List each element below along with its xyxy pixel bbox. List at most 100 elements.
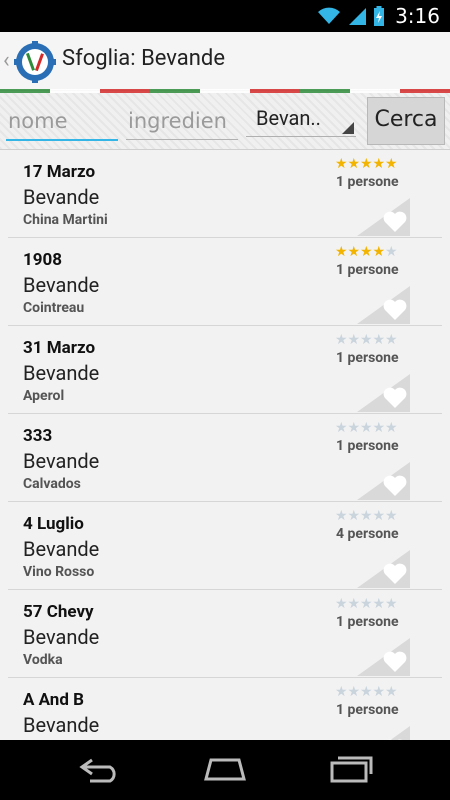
recipe-list[interactable]: 17 Marzo Bevande China Martini ★ ★ ★ ★ ★ 1 p…	[0, 150, 450, 740]
rating-star-icon: ★	[372, 420, 386, 436]
recipe-name: 17 Marzo	[23, 162, 96, 182]
status-bar: 3:16	[0, 0, 450, 32]
rating-star-icon: ★	[347, 508, 361, 524]
rating-star-icon: ★	[360, 596, 373, 612]
rating-star-icon: ★	[347, 332, 361, 348]
list-item[interactable]: 57 Chevy Bevande Vodka ★ ★ ★ ★ ★ 1 persone	[8, 590, 442, 678]
rating-star-icon: ★	[347, 420, 361, 436]
rating-stars: ★ ★ ★ ★ ★	[335, 245, 398, 259]
servings-label: 1 persone	[336, 614, 399, 630]
rating-star-icon: ★	[335, 332, 348, 348]
servings-label: 1 persone	[336, 262, 399, 278]
wifi-icon	[318, 7, 341, 24]
gear-cutlery-icon[interactable]	[14, 41, 56, 83]
recipe-name: 1908	[23, 250, 63, 270]
list-item[interactable]: 31 Marzo Bevande Aperol ★ ★ ★ ★ ★ 1 persone	[8, 326, 442, 414]
rating-star-icon: ★	[385, 508, 398, 524]
recipe-ingredient: Calvados	[23, 476, 81, 492]
rating-star-icon: ★	[385, 596, 398, 612]
rating-star-icon: ★	[335, 596, 348, 612]
rating-star-icon: ★	[372, 508, 386, 524]
recipe-ingredient: Vodka	[23, 652, 63, 668]
search-bar: Bevan.. Cerca	[0, 93, 450, 150]
dropdown-arrow-icon	[342, 122, 354, 134]
rating-stars: ★ ★ ★ ★ ★	[335, 157, 398, 171]
recipe-ingredient: Vino Rosso	[23, 564, 95, 580]
rating-star-icon: ★	[385, 332, 398, 348]
rating-stars: ★ ★ ★ ★ ★	[335, 333, 398, 347]
rating-star-icon: ★	[360, 332, 373, 348]
heart-icon[interactable]	[357, 638, 410, 676]
rating-star-icon: ★	[335, 508, 348, 524]
heart-icon[interactable]	[357, 462, 410, 500]
rating-stars: ★ ★ ★ ★ ★	[335, 597, 398, 611]
page-title: Sfoglia: Bevande	[62, 46, 225, 71]
rating-star-icon: ★	[335, 156, 348, 172]
rating-star-icon: ★	[360, 508, 373, 524]
list-item[interactable]: 1908 Bevande Cointreau ★ ★ ★ ★ ★ 1 persone	[8, 238, 442, 326]
recipe-category: Bevande	[23, 537, 100, 561]
rating-stars: ★ ★ ★ ★ ★	[335, 421, 398, 435]
signal-icon	[349, 8, 367, 25]
navigation-bar	[0, 740, 450, 800]
rating-stars: ★ ★ ★ ★ ★	[335, 685, 398, 699]
rating-star-icon: ★	[385, 244, 398, 260]
heart-icon[interactable]	[357, 198, 410, 236]
recipe-category: Bevande	[23, 625, 100, 649]
servings-label: 1 persone	[336, 174, 399, 190]
battery-charging-icon	[374, 6, 385, 26]
recipe-ingredient: Cointreau	[23, 300, 85, 316]
recipe-ingredient: China Martini	[23, 212, 108, 228]
rating-star-icon: ★	[372, 596, 386, 612]
heart-icon[interactable]	[357, 374, 410, 412]
rating-star-icon: ★	[360, 156, 373, 172]
rating-star-icon: ★	[360, 420, 373, 436]
ingredient-search-input[interactable]	[126, 103, 238, 140]
rating-star-icon: ★	[385, 156, 398, 172]
recipe-category: Bevande	[23, 361, 100, 385]
recipe-name: 333	[23, 426, 53, 446]
heart-icon[interactable]	[357, 550, 410, 588]
action-bar: ‹ Sfoglia: Bevande	[0, 32, 450, 91]
category-dropdown[interactable]: Bevan..	[246, 103, 356, 137]
rating-star-icon: ★	[335, 684, 348, 700]
list-item[interactable]: A And B Bevande ★ ★ ★ ★ ★ 1 persone	[8, 678, 442, 740]
list-item[interactable]: 4 Luglio Bevande Vino Rosso ★ ★ ★ ★ ★ 4 pers…	[8, 502, 442, 590]
up-caret-icon[interactable]: ‹	[3, 48, 10, 73]
recipe-category: Bevande	[23, 273, 100, 297]
name-search-input[interactable]	[6, 103, 118, 141]
recipe-category: Bevande	[23, 713, 100, 737]
recipe-name: 4 Luglio	[23, 514, 84, 534]
status-time: 3:16	[395, 4, 440, 28]
rating-star-icon: ★	[347, 596, 361, 612]
rating-star-icon: ★	[385, 684, 398, 700]
rating-stars: ★ ★ ★ ★ ★	[335, 509, 398, 523]
heart-icon[interactable]	[357, 286, 410, 324]
recent-apps-icon[interactable]	[328, 754, 374, 784]
rating-star-icon: ★	[347, 684, 361, 700]
recipe-category: Bevande	[23, 185, 100, 209]
recipe-name: 57 Chevy	[23, 602, 94, 622]
servings-label: 1 persone	[336, 438, 399, 454]
recipe-category: Bevande	[23, 449, 100, 473]
back-arrow-icon[interactable]	[78, 754, 122, 784]
rating-star-icon: ★	[335, 420, 348, 436]
search-button[interactable]: Cerca	[367, 97, 445, 145]
rating-star-icon: ★	[360, 684, 373, 700]
heart-icon[interactable]	[357, 726, 410, 740]
recipe-name: A And B	[23, 690, 84, 710]
rating-star-icon: ★	[335, 244, 348, 260]
list-item[interactable]: 17 Marzo Bevande China Martini ★ ★ ★ ★ ★ 1 p…	[8, 150, 442, 238]
rating-star-icon: ★	[347, 244, 361, 260]
servings-label: 1 persone	[336, 350, 399, 366]
recipe-ingredient: Aperol	[23, 388, 65, 404]
category-dropdown-value: Bevan..	[256, 106, 321, 130]
rating-star-icon: ★	[372, 684, 386, 700]
recipe-name: 31 Marzo	[23, 338, 96, 358]
servings-label: 1 persone	[336, 702, 399, 718]
home-icon[interactable]	[200, 754, 250, 784]
rating-star-icon: ★	[385, 420, 398, 436]
rating-star-icon: ★	[360, 244, 373, 260]
rating-star-icon: ★	[372, 244, 386, 260]
list-item[interactable]: 333 Bevande Calvados ★ ★ ★ ★ ★ 1 persone	[8, 414, 442, 502]
